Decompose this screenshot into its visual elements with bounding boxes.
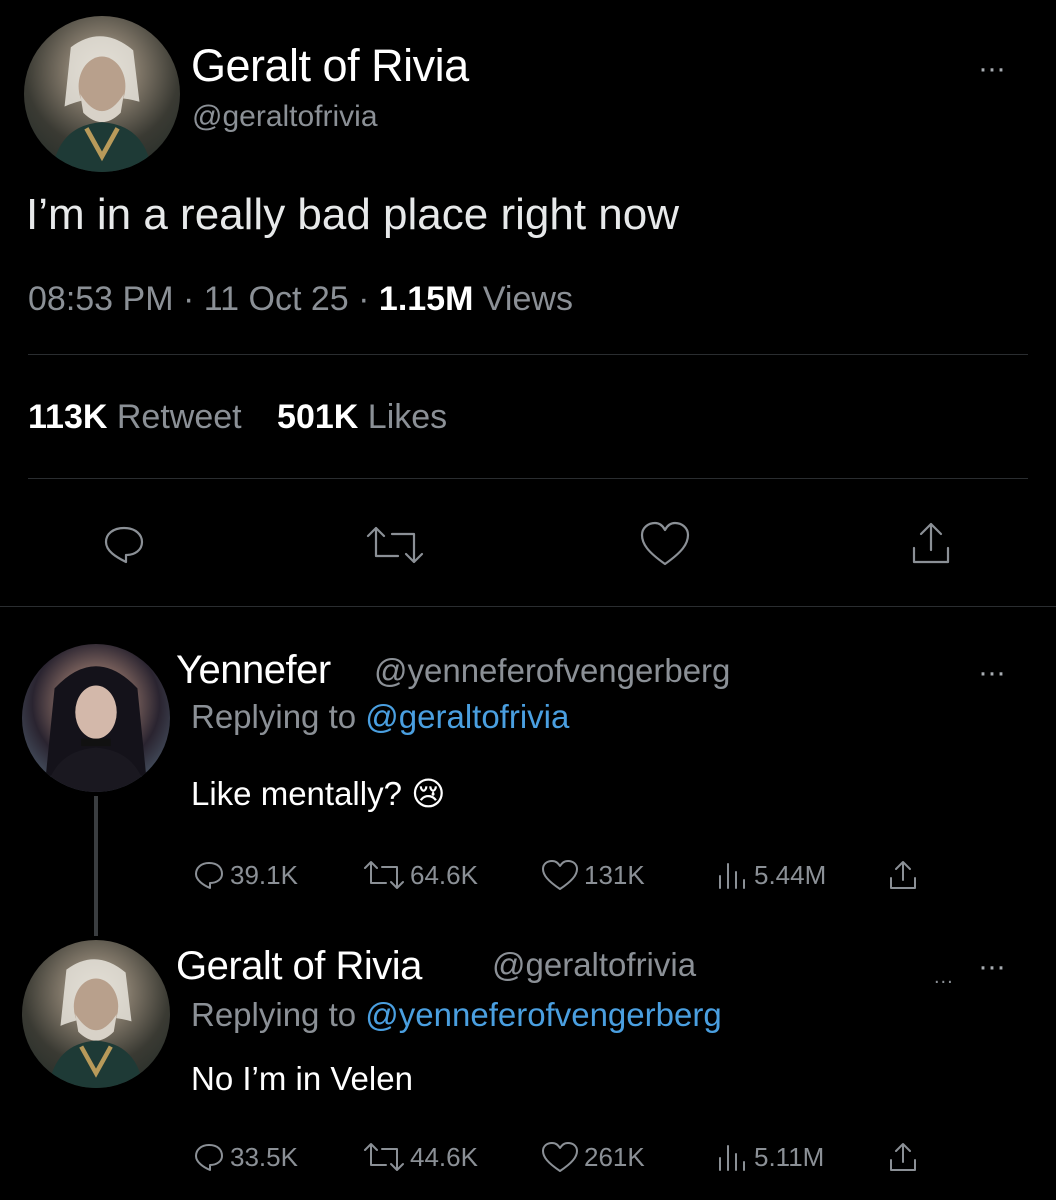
thread-line [94, 796, 98, 936]
reply-count: 33.5K [230, 1141, 298, 1172]
retweet-count: 44.6K [410, 1141, 478, 1172]
replying-to: Replying to @geraltofrivia [191, 698, 569, 736]
more-options-icon[interactable]: ··· [978, 952, 1006, 982]
author-handle[interactable]: @yenneferofvengerberg [374, 652, 730, 690]
replying-prefix: Replying to [191, 698, 357, 735]
tweet-text: I’m in a really bad place right now [26, 190, 679, 239]
like-count: 131K [584, 859, 645, 890]
share-icon [890, 861, 916, 889]
retweet-icon [364, 1143, 404, 1171]
tweet-stats: 113K Retweet 501K Likes [28, 398, 447, 437]
likes-label: Likes [367, 398, 448, 436]
divider [28, 354, 1028, 355]
retweet-icon [364, 861, 404, 889]
author-name[interactable]: Yennefer [176, 648, 331, 693]
replying-to-link[interactable]: @yenneferofvengerberg [365, 996, 721, 1033]
share-icon[interactable] [906, 518, 956, 568]
divider [28, 478, 1028, 479]
like-count: 261K [584, 1141, 645, 1172]
separator-dot: · [358, 280, 370, 318]
tweet-text: No I’m in Velen [191, 1060, 413, 1097]
action-bar: 39.1K 64.6K 131K 5.44M [192, 858, 932, 898]
author-name[interactable]: Geralt of Rivia [176, 944, 422, 989]
reply-icon[interactable] [100, 520, 148, 568]
separator-dot: · [182, 280, 195, 318]
retweet-stat[interactable]: 113K Retweet [28, 398, 251, 436]
reply-button[interactable]: 33.5K [192, 1140, 298, 1174]
likes-stat[interactable]: 501K Likes [277, 398, 447, 436]
views-count: 5.44M [754, 859, 827, 890]
views-icon [719, 1145, 745, 1171]
tweet-text: Like mentally? 😢 [191, 775, 446, 812]
views-button[interactable]: 5.44M [714, 858, 826, 892]
like-icon[interactable] [638, 520, 692, 568]
yennefer-avatar-image [45, 666, 147, 792]
reply-count: 39.1K [230, 859, 298, 890]
views-button[interactable]: 5.11M [714, 1140, 824, 1174]
reply-icon [195, 862, 223, 889]
geralt-avatar-image [52, 36, 152, 172]
tweet-date: 11 Oct 25 [203, 280, 349, 318]
avatar[interactable] [24, 16, 180, 172]
action-bar: 33.5K 44.6K 261K 5.11M [192, 1140, 932, 1180]
share-icon [890, 1143, 916, 1171]
views-count: 5.11M [754, 1141, 825, 1172]
like-button[interactable]: 131K [540, 858, 645, 892]
more-options-icon[interactable]: ··· [978, 54, 1006, 84]
replying-to: Replying to @yenneferofvengerberg [191, 996, 722, 1034]
replying-to-link[interactable]: @geraltofrivia [365, 698, 569, 735]
like-icon [542, 860, 578, 890]
share-button[interactable] [886, 858, 920, 892]
like-button[interactable]: 261K [540, 1140, 645, 1174]
tweet-time: 08:53 PM [28, 280, 174, 318]
reply-button[interactable]: 39.1K [192, 858, 298, 892]
avatar[interactable] [22, 940, 170, 1088]
avatar[interactable] [22, 644, 170, 792]
author-name[interactable]: Geralt of Rivia [191, 40, 469, 92]
replying-prefix: Replying to [191, 996, 357, 1033]
more-options-secondary-icon[interactable]: ... [934, 966, 954, 989]
geralt-avatar-image [48, 959, 144, 1088]
retweet-label: Retweet [116, 398, 242, 436]
like-icon [542, 1142, 578, 1172]
author-handle[interactable]: @geraltofrivia [492, 946, 696, 984]
retweet-icon[interactable] [364, 522, 426, 568]
likes-count: 501K [277, 398, 359, 436]
views-icon [719, 863, 745, 889]
author-handle[interactable]: @geraltofrivia [192, 100, 378, 134]
retweet-count: 64.6K [410, 859, 478, 890]
reply-icon [195, 1144, 223, 1171]
more-options-icon[interactable]: ··· [978, 658, 1006, 688]
retweet-count: 113K [28, 398, 108, 436]
divider [0, 606, 1056, 607]
views-label: Views [482, 280, 573, 318]
retweet-button[interactable]: 64.6K [362, 858, 478, 892]
retweet-button[interactable]: 44.6K [362, 1140, 478, 1174]
share-button[interactable] [886, 1140, 920, 1174]
tweet-meta: 08:53 PM · 11 Oct 25 · 1.15M Views [28, 280, 573, 319]
views-count: 1.15M [378, 280, 474, 318]
